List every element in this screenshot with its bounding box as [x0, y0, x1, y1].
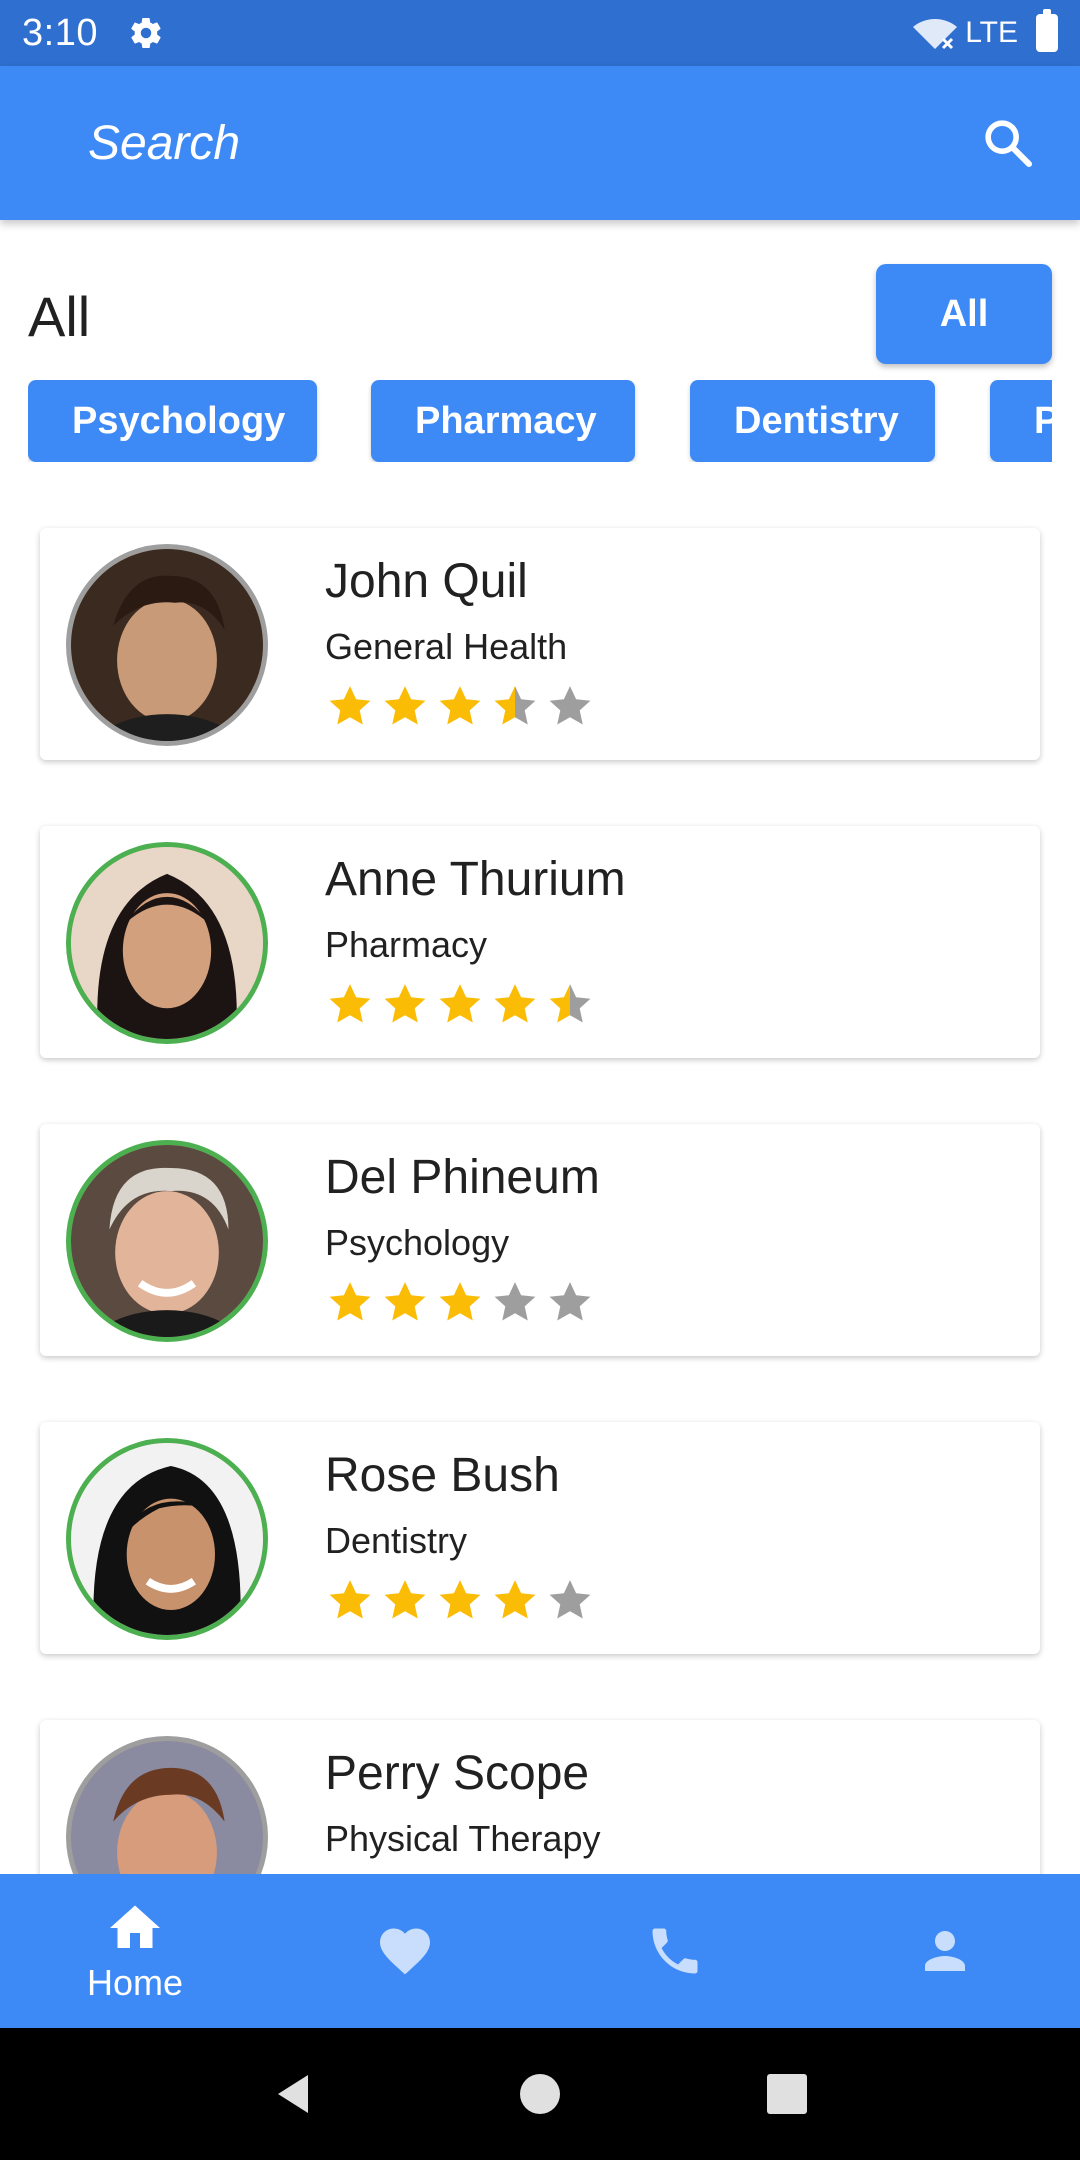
settings-icon — [128, 15, 164, 51]
home-circle-icon[interactable] — [515, 2069, 565, 2119]
doctor-card[interactable]: Anne Thurium Pharmacy — [40, 826, 1040, 1058]
doctor-specialty: Pharmacy — [325, 924, 488, 965]
avatar — [66, 544, 268, 746]
system-nav-bar — [0, 2028, 1080, 2160]
home-icon — [105, 1898, 165, 1958]
doctor-specialty: Dentistry — [325, 1520, 468, 1561]
wifi-off-icon — [913, 15, 958, 51]
star-icon — [329, 984, 371, 1023]
doctor-card[interactable]: Del Phineum Psychology — [40, 1124, 1040, 1356]
nav-profile[interactable] — [810, 1874, 1080, 2028]
star-icon — [494, 1282, 536, 1321]
star-icon — [549, 1580, 591, 1619]
avatar — [66, 1438, 268, 1640]
status-indicators: LTE — [913, 9, 1058, 52]
star-icon — [329, 1580, 371, 1619]
doctor-specialty: Physical Therapy — [325, 1818, 601, 1859]
star-icon — [439, 984, 481, 1023]
person-icon — [915, 1921, 975, 1981]
star-icon — [549, 984, 591, 1023]
status-time: 3:10 — [22, 11, 98, 54]
star-icon — [384, 686, 426, 725]
star-icon — [439, 1282, 481, 1321]
star-icon — [494, 1580, 536, 1619]
doctor-card[interactable]: Rose Bush Dentistry — [40, 1422, 1040, 1654]
all-filter-button[interactable]: All — [876, 264, 1052, 364]
network-type: LTE — [965, 16, 1018, 49]
battery-icon — [1036, 9, 1058, 52]
phone-icon — [645, 1921, 705, 1981]
star-icon — [494, 984, 536, 1023]
recents-icon[interactable] — [762, 2069, 812, 2119]
chip-physical-therapy[interactable]: Physical Therapy — [990, 380, 1052, 462]
avatar — [66, 1140, 268, 1342]
star-icon — [329, 686, 371, 725]
doctor-name: Rose Bush — [325, 1449, 560, 1502]
search-input[interactable]: Search — [88, 116, 240, 171]
chip-psychology[interactable]: Psychology — [28, 380, 317, 462]
status-bar: 3:10 LTE — [0, 0, 1080, 66]
star-icon — [384, 1282, 426, 1321]
nav-home-label: Home — [86, 1962, 184, 2003]
doctor-specialty: Psychology — [325, 1222, 510, 1263]
chip-dentistry[interactable]: Dentistry — [690, 380, 935, 462]
star-icon — [549, 686, 591, 725]
filter-title: All — [28, 285, 91, 348]
chip-pharmacy[interactable]: Pharmacy — [371, 380, 635, 462]
doctor-name: Del Phineum — [325, 1151, 600, 1204]
star-icon — [439, 686, 481, 725]
rating-stars — [325, 1278, 595, 1328]
back-icon[interactable] — [268, 2069, 318, 2119]
avatar — [66, 842, 268, 1044]
nav-calls[interactable] — [540, 1874, 810, 2028]
category-chips: Psychology Pharmacy Dentistry Physical T… — [28, 380, 1052, 462]
search-bar[interactable]: Search — [0, 66, 1080, 220]
doctor-card[interactable]: John Quil General Health — [40, 528, 1040, 760]
star-icon — [329, 1282, 371, 1321]
star-icon — [549, 1282, 591, 1321]
star-icon — [384, 984, 426, 1023]
rating-stars — [325, 1576, 595, 1626]
search-icon[interactable] — [980, 115, 1036, 171]
bottom-nav: Home — [0, 1874, 1080, 2028]
star-icon — [494, 686, 536, 725]
doctor-name: Anne Thurium — [325, 853, 626, 906]
doctor-specialty: General Health — [325, 626, 568, 667]
doctor-name: Perry Scope — [325, 1747, 590, 1800]
rating-stars — [325, 682, 595, 732]
star-icon — [439, 1580, 481, 1619]
nav-home[interactable]: Home — [0, 1874, 270, 2028]
doctor-name: John Quil — [325, 555, 528, 608]
nav-favorites[interactable] — [270, 1874, 540, 2028]
star-icon — [384, 1580, 426, 1619]
heart-icon — [375, 1921, 435, 1981]
rating-stars — [325, 980, 595, 1030]
